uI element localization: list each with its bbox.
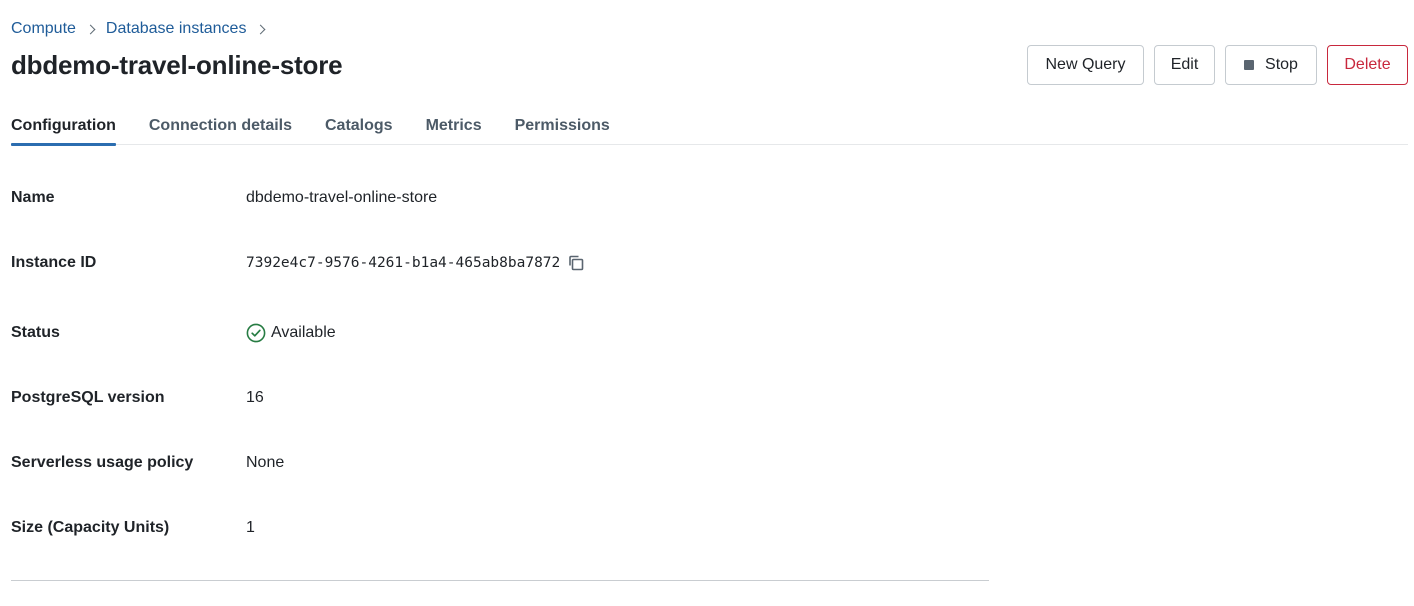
instance-id-label: Instance ID [11, 254, 97, 271]
status-value: Available [271, 324, 336, 341]
usage-policy-label: Serverless usage policy [11, 454, 194, 471]
status-value-wrap: Available [246, 323, 336, 343]
stop-button[interactable]: Stop [1225, 45, 1317, 85]
tab-metrics[interactable]: Metrics [426, 113, 482, 145]
breadcrumb: Compute Database instances [11, 18, 276, 40]
instance-id-value: 7392e4c7-9576-4261-b1a4-465ab8ba7872 [246, 255, 561, 271]
stop-square-icon [1244, 60, 1255, 70]
edit-button[interactable]: Edit [1154, 45, 1215, 85]
delete-button[interactable]: Delete [1327, 45, 1408, 85]
new-query-button[interactable]: New Query [1027, 45, 1144, 85]
breadcrumb-database-instances[interactable]: Database instances [106, 20, 247, 38]
chevron-right-icon [256, 24, 266, 34]
breadcrumb-compute[interactable]: Compute [11, 20, 76, 38]
tab-connection-details[interactable]: Connection details [149, 113, 292, 145]
instance-id-value-wrap: 7392e4c7-9576-4261-b1a4-465ab8ba7872 [246, 254, 585, 272]
tab-catalogs[interactable]: Catalogs [325, 113, 393, 145]
size-label: Size (Capacity Units) [11, 519, 170, 536]
postgres-version-label: PostgreSQL version [11, 389, 165, 406]
status-label: Status [11, 324, 60, 341]
size-value: 1 [246, 519, 255, 536]
section-divider [11, 580, 989, 581]
usage-policy-value: None [246, 454, 285, 471]
tab-configuration[interactable]: Configuration [11, 113, 116, 146]
name-value: dbdemo-travel-online-store [246, 189, 438, 206]
postgres-version-value: 16 [246, 389, 264, 406]
stop-button-label: Stop [1265, 56, 1298, 73]
copy-icon[interactable] [567, 254, 585, 272]
name-label: Name [11, 189, 55, 206]
chevron-right-icon [85, 24, 96, 34]
check-circle-icon [246, 323, 266, 343]
action-toolbar: New Query Edit Stop Delete [1027, 45, 1408, 85]
database-instance-page: Compute Database instances dbdemo-travel… [0, 0, 1414, 606]
page-title: dbdemo-travel-online-store [11, 50, 343, 80]
tab-permissions[interactable]: Permissions [515, 113, 610, 145]
tab-bar: Configuration Connection details Catalog… [11, 113, 1408, 146]
